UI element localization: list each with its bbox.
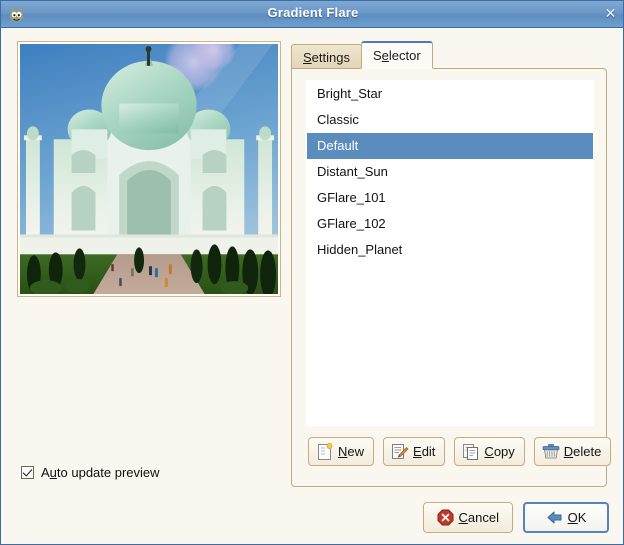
list-item[interactable]: Distant_Sun [307,159,593,185]
copy-pages-icon [462,443,480,461]
notebook: Settings Selector Bright_Star Classic De… [291,41,612,487]
list-item[interactable]: Default [307,133,593,159]
list-item[interactable]: Bright_Star [307,81,593,107]
list-item[interactable]: GFlare_101 [307,185,593,211]
delete-button-label: Delete [563,444,602,459]
cancel-button[interactable]: Cancel [422,502,513,533]
edit-button[interactable]: Edit [383,437,446,466]
close-icon[interactable]: ✕ [601,5,620,24]
ok-button[interactable]: OK [523,502,609,533]
window-title: Gradient Flare [267,5,359,20]
gradient-flare-list[interactable]: Bright_Star Classic Default Distant_Sun … [306,80,594,426]
auto-update-preview-label: Auto update preview [41,465,160,480]
gradient-flare-dialog: Gradient Flare ✕ Auto update preview Set… [0,0,624,545]
preview-frame [17,41,281,297]
copy-button[interactable]: Copy [454,437,525,466]
cancel-stop-icon [437,509,454,526]
list-item[interactable]: Classic [307,107,593,133]
title-bar: Gradient Flare ✕ [1,1,623,28]
checkbox-box[interactable] [21,466,34,479]
trash-can-icon [542,443,560,461]
tab-settings[interactable]: Settings [291,44,362,69]
tab-strip: Settings Selector [291,41,433,69]
gradient-flare-preview[interactable] [20,44,278,294]
auto-update-preview-checkbox[interactable]: Auto update preview [21,465,160,480]
new-button[interactable]: New [308,437,375,466]
enter-arrow-icon [546,509,563,526]
cancel-button-label: Cancel [458,510,499,525]
new-button-label: New [338,444,365,459]
delete-button[interactable]: Delete [533,437,612,466]
list-item[interactable]: GFlare_102 [307,211,593,237]
list-action-buttons: New Edit Copy Delete [308,437,612,466]
copy-button-label: Copy [484,444,515,459]
list-item[interactable]: Hidden_Planet [307,237,593,263]
tab-selector[interactable]: Selector [360,41,433,69]
selector-tab-panel: Bright_Star Classic Default Distant_Sun … [291,68,612,487]
ok-button-label: OK [567,510,587,525]
dialog-action-buttons: Cancel OK [422,502,609,533]
new-document-icon [316,442,334,461]
edit-pencil-icon [391,443,409,461]
edit-button-label: Edit [413,444,436,459]
